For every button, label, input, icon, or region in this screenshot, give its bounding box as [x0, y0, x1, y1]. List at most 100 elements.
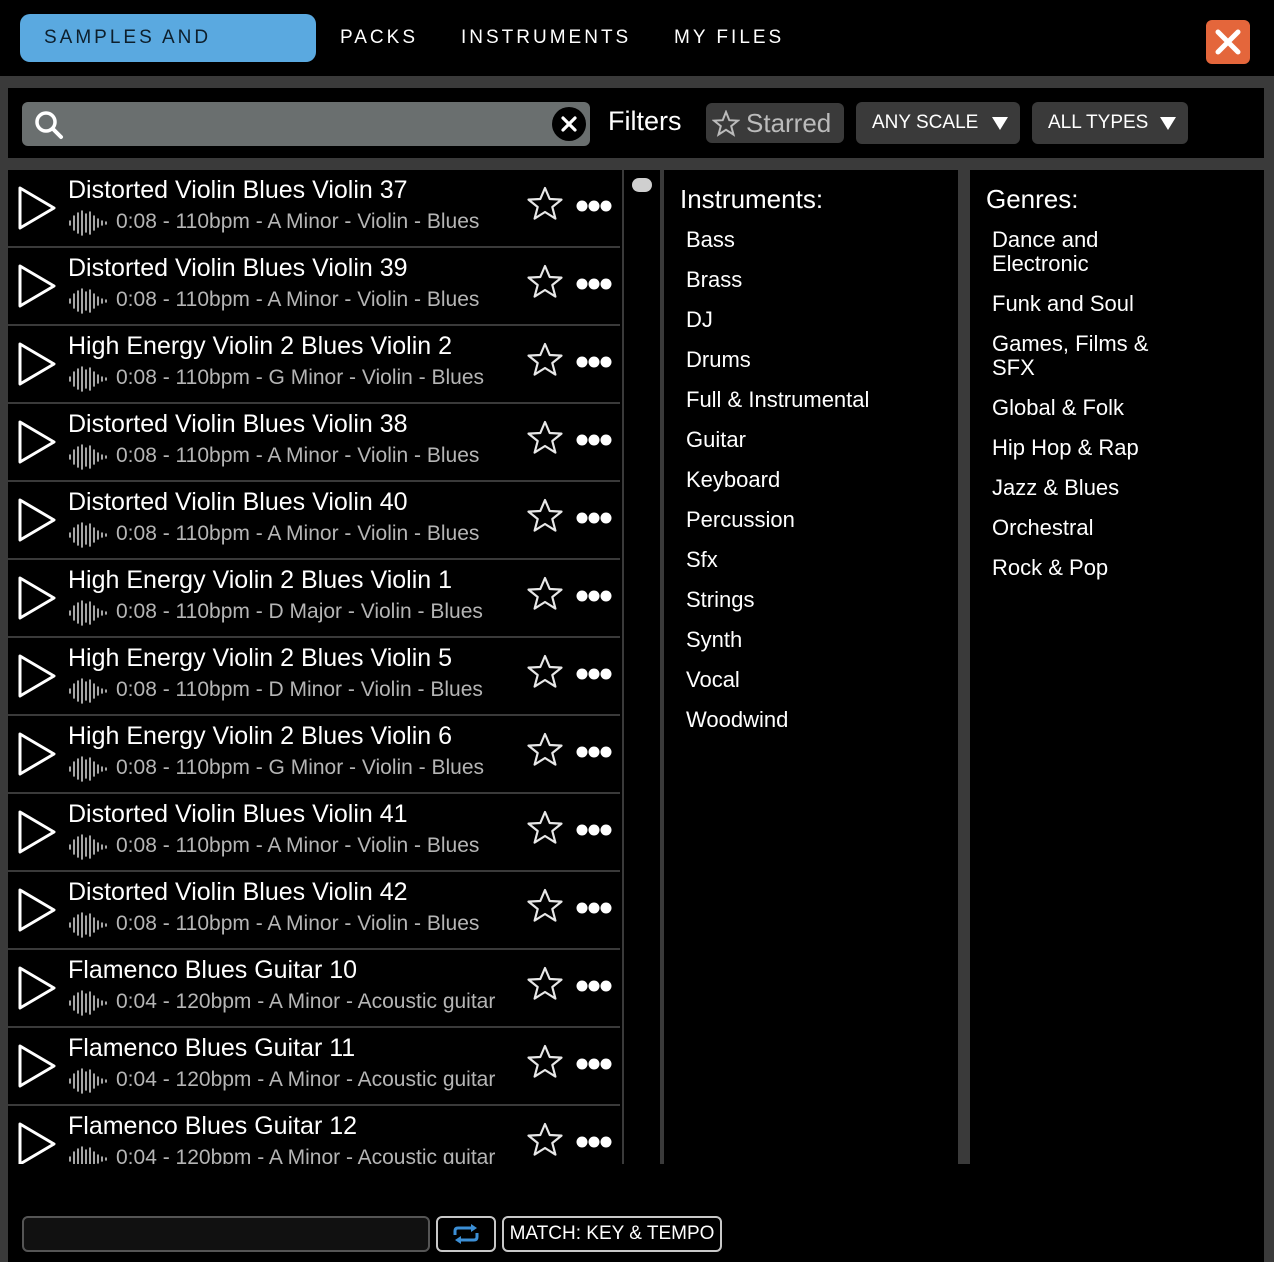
- more-options-icon[interactable]: [576, 1136, 612, 1148]
- sample-row[interactable]: High Energy Violin 2 Blues Violin 5 0:08 …: [8, 638, 620, 714]
- sample-row[interactable]: Distorted Violin Blues Violin 41 0:08 - 1…: [8, 794, 620, 870]
- play-icon[interactable]: [16, 263, 58, 309]
- genres-panel: Genres: Dance and Electronic Funk and Sou…: [970, 170, 1264, 1164]
- genre-category[interactable]: Orchestral: [992, 516, 1093, 540]
- star-icon[interactable]: [526, 810, 564, 846]
- genre-category[interactable]: Games, Films & SFX: [992, 332, 1148, 380]
- waveform-icon: [69, 600, 107, 626]
- genre-category[interactable]: Jazz & Blues: [992, 476, 1119, 500]
- more-options-icon[interactable]: [576, 434, 612, 446]
- star-icon[interactable]: [526, 342, 564, 378]
- sample-meta: 0:08 - 110bpm - A Minor - Violin - Blues: [116, 912, 480, 935]
- star-icon[interactable]: [526, 264, 564, 300]
- sample-row[interactable]: High Energy Violin 2 Blues Violin 2 0:08 …: [8, 326, 620, 402]
- more-options-icon[interactable]: [576, 1058, 612, 1070]
- play-icon[interactable]: [16, 1043, 58, 1089]
- star-icon[interactable]: [526, 498, 564, 534]
- instrument-category[interactable]: Percussion: [686, 508, 795, 532]
- play-icon[interactable]: [16, 185, 58, 231]
- play-icon[interactable]: [16, 809, 58, 855]
- instrument-category[interactable]: Drums: [686, 348, 751, 372]
- starred-filter-button[interactable]: Starred: [706, 103, 844, 143]
- star-icon[interactable]: [526, 732, 564, 768]
- sample-row[interactable]: Flamenco Blues Guitar 10 0:04 - 120bpm - …: [8, 950, 620, 1026]
- play-icon[interactable]: [16, 497, 58, 543]
- more-options-icon[interactable]: [576, 668, 612, 680]
- close-button[interactable]: [1206, 20, 1250, 64]
- more-options-icon[interactable]: [576, 590, 612, 602]
- instrument-category[interactable]: Bass: [686, 228, 735, 252]
- genre-category[interactable]: Global & Folk: [992, 396, 1124, 420]
- waveform-icon: [69, 1146, 107, 1164]
- play-icon[interactable]: [16, 731, 58, 777]
- instrument-category[interactable]: Guitar: [686, 428, 746, 452]
- types-dropdown[interactable]: ALL TYPES: [1032, 102, 1188, 144]
- play-icon[interactable]: [16, 419, 58, 465]
- tab-packs[interactable]: PACKS: [340, 14, 418, 62]
- play-icon[interactable]: [16, 965, 58, 1011]
- play-icon[interactable]: [16, 1121, 58, 1164]
- star-icon[interactable]: [526, 420, 564, 456]
- instrument-category[interactable]: Vocal: [686, 668, 740, 692]
- scrollbar-thumb[interactable]: [632, 178, 652, 192]
- play-icon[interactable]: [16, 575, 58, 621]
- close-icon: [1215, 29, 1241, 55]
- star-icon[interactable]: [526, 888, 564, 924]
- sample-row[interactable]: Distorted Violin Blues Violin 39 0:08 - 1…: [8, 248, 620, 324]
- star-icon[interactable]: [526, 186, 564, 222]
- types-dropdown-value: ALL TYPES: [1048, 112, 1149, 133]
- clear-search-button[interactable]: [552, 107, 586, 141]
- more-options-icon[interactable]: [576, 902, 612, 914]
- sample-meta: 0:08 - 110bpm - G Minor - Violin - Blues: [116, 366, 485, 389]
- instrument-category[interactable]: Full & Instrumental: [686, 388, 869, 412]
- scale-dropdown[interactable]: ANY SCALE: [856, 102, 1020, 144]
- genre-category[interactable]: Hip Hop & Rap: [992, 436, 1139, 460]
- sample-row[interactable]: Flamenco Blues Guitar 11 0:04 - 120bpm - …: [8, 1028, 620, 1104]
- play-icon[interactable]: [16, 887, 58, 933]
- genre-category[interactable]: Funk and Soul: [992, 292, 1134, 316]
- top-nav: SAMPLES AND LOOPS PACKS INSTRUMENTS MY F…: [0, 0, 1274, 96]
- match-key-tempo-button[interactable]: MATCH: KEY & TEMPO: [502, 1216, 722, 1252]
- sample-row[interactable]: High Energy Violin 2 Blues Violin 6 0:08 …: [8, 716, 620, 792]
- genre-category[interactable]: Rock & Pop: [992, 556, 1108, 580]
- star-icon[interactable]: [526, 654, 564, 690]
- play-icon[interactable]: [16, 341, 58, 387]
- play-icon[interactable]: [16, 653, 58, 699]
- more-options-icon[interactable]: [576, 980, 612, 992]
- search-box[interactable]: [22, 102, 590, 146]
- sample-row[interactable]: Distorted Violin Blues Violin 40 0:08 - 1…: [8, 482, 620, 558]
- instrument-category[interactable]: Woodwind: [686, 708, 788, 732]
- instrument-category[interactable]: Keyboard: [686, 468, 780, 492]
- tab-samples-and-loops[interactable]: SAMPLES AND LOOPS: [20, 14, 316, 96]
- sample-row[interactable]: Distorted Violin Blues Violin 37 0:08 - 1…: [8, 170, 620, 246]
- instrument-category[interactable]: Strings: [686, 588, 754, 612]
- instrument-category[interactable]: Synth: [686, 628, 742, 652]
- playback-progress[interactable]: [22, 1216, 430, 1252]
- waveform-icon: [69, 1068, 107, 1094]
- more-options-icon[interactable]: [576, 278, 612, 290]
- sample-row[interactable]: Distorted Violin Blues Violin 42 0:08 - 1…: [8, 872, 620, 948]
- tab-my-files[interactable]: MY FILES: [674, 14, 784, 62]
- more-options-icon[interactable]: [576, 512, 612, 524]
- more-options-icon[interactable]: [576, 200, 612, 212]
- sample-row[interactable]: High Energy Violin 2 Blues Violin 1 0:08 …: [8, 560, 620, 636]
- more-options-icon[interactable]: [576, 824, 612, 836]
- scale-dropdown-value: ANY SCALE: [872, 112, 979, 133]
- star-icon[interactable]: [526, 966, 564, 1002]
- more-options-icon[interactable]: [576, 356, 612, 368]
- search-input[interactable]: [84, 108, 554, 140]
- more-options-icon[interactable]: [576, 746, 612, 758]
- star-icon[interactable]: [526, 576, 564, 612]
- instrument-category[interactable]: DJ: [686, 308, 713, 332]
- instrument-category[interactable]: Sfx: [686, 548, 718, 572]
- instrument-category[interactable]: Brass: [686, 268, 742, 292]
- star-icon[interactable]: [526, 1122, 564, 1158]
- star-icon[interactable]: [526, 1044, 564, 1080]
- scrollbar[interactable]: [624, 170, 660, 1164]
- tab-instruments[interactable]: INSTRUMENTS: [461, 14, 631, 62]
- genre-category[interactable]: Dance and Electronic: [992, 228, 1098, 276]
- sample-row[interactable]: Distorted Violin Blues Violin 38 0:08 - 1…: [8, 404, 620, 480]
- sample-row[interactable]: Flamenco Blues Guitar 12 0:04 - 120bpm - …: [8, 1106, 620, 1164]
- sample-title: Distorted Violin Blues Violin 40: [68, 488, 408, 516]
- loop-button[interactable]: [436, 1216, 496, 1252]
